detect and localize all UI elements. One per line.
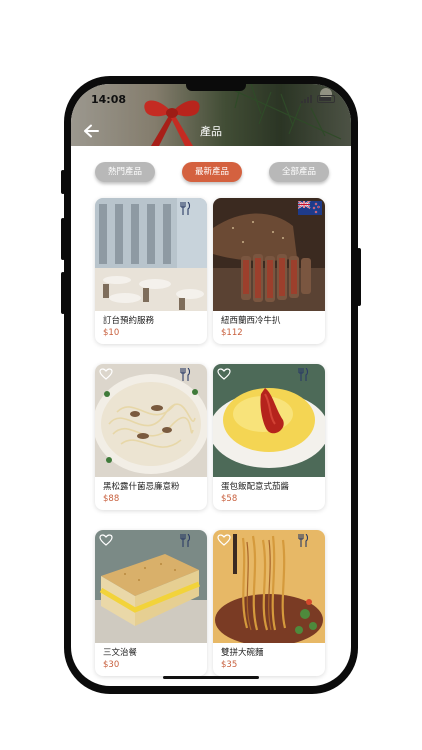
utensils-icon	[180, 368, 191, 381]
utensils-icon	[180, 534, 191, 547]
heart-icon[interactable]	[217, 368, 231, 380]
product-card-omelette-rice[interactable]: 蛋包飯配意式茄醬 $58	[213, 364, 325, 510]
product-card-noodle-bowl[interactable]: 雙拼大碗麵 $35	[213, 530, 325, 676]
utensils-icon	[298, 368, 309, 381]
tab-newest[interactable]: 最新產品	[182, 162, 242, 182]
product-price: $35	[221, 660, 238, 670]
new-zealand-flag-icon	[298, 201, 322, 215]
status-time: 14:08	[91, 93, 127, 106]
product-name: 紐西蘭西冷牛扒	[221, 316, 281, 326]
category-tabs: 熱門產品 最新產品 全部產品	[71, 162, 351, 184]
product-card-table-booking[interactable]: 訂台預約服務 $10	[95, 198, 207, 344]
heart-icon[interactable]	[217, 534, 231, 546]
phone-frame: 14:08 產品 熱門產品 最新產品 全部產品 訂台預約服務 $10 紐西蘭西冷…	[64, 76, 358, 694]
product-name: 蛋包飯配意式茄醬	[221, 482, 290, 492]
product-card-sirloin-steak[interactable]: 紐西蘭西冷牛扒 $112	[213, 198, 325, 344]
heart-icon[interactable]	[99, 368, 113, 380]
page-title: 產品	[200, 125, 222, 138]
product-price: $10	[103, 328, 120, 338]
product-name: 訂台預約服務	[103, 316, 155, 326]
heart-icon[interactable]	[99, 534, 113, 546]
product-name: 黑松露什菌忌廉意粉	[103, 482, 180, 492]
app-screen: 14:08 產品 熱門產品 最新產品 全部產品 訂台預約服務 $10 紐西蘭西冷…	[71, 84, 351, 686]
home-indicator[interactable]	[163, 676, 259, 679]
tab-all[interactable]: 全部產品	[269, 162, 329, 182]
product-name: 三文治餐	[103, 648, 138, 658]
product-price: $30	[103, 660, 120, 670]
product-price: $112	[221, 328, 243, 338]
product-card-truffle-pasta[interactable]: 黑松露什菌忌廉意粉 $88	[95, 364, 207, 510]
product-price: $58	[221, 494, 238, 504]
signal-icon	[301, 95, 312, 103]
tab-popular[interactable]: 熱門產品	[95, 162, 155, 182]
product-card-sandwich[interactable]: 三文治餐 $30	[95, 530, 207, 676]
product-name: 雙拼大碗麵	[221, 648, 264, 658]
utensils-icon	[298, 534, 309, 547]
phone-notch	[186, 84, 246, 91]
status-icons	[301, 95, 335, 103]
battery-icon	[317, 95, 335, 103]
utensils-icon	[180, 202, 191, 215]
product-price: $88	[103, 494, 120, 504]
